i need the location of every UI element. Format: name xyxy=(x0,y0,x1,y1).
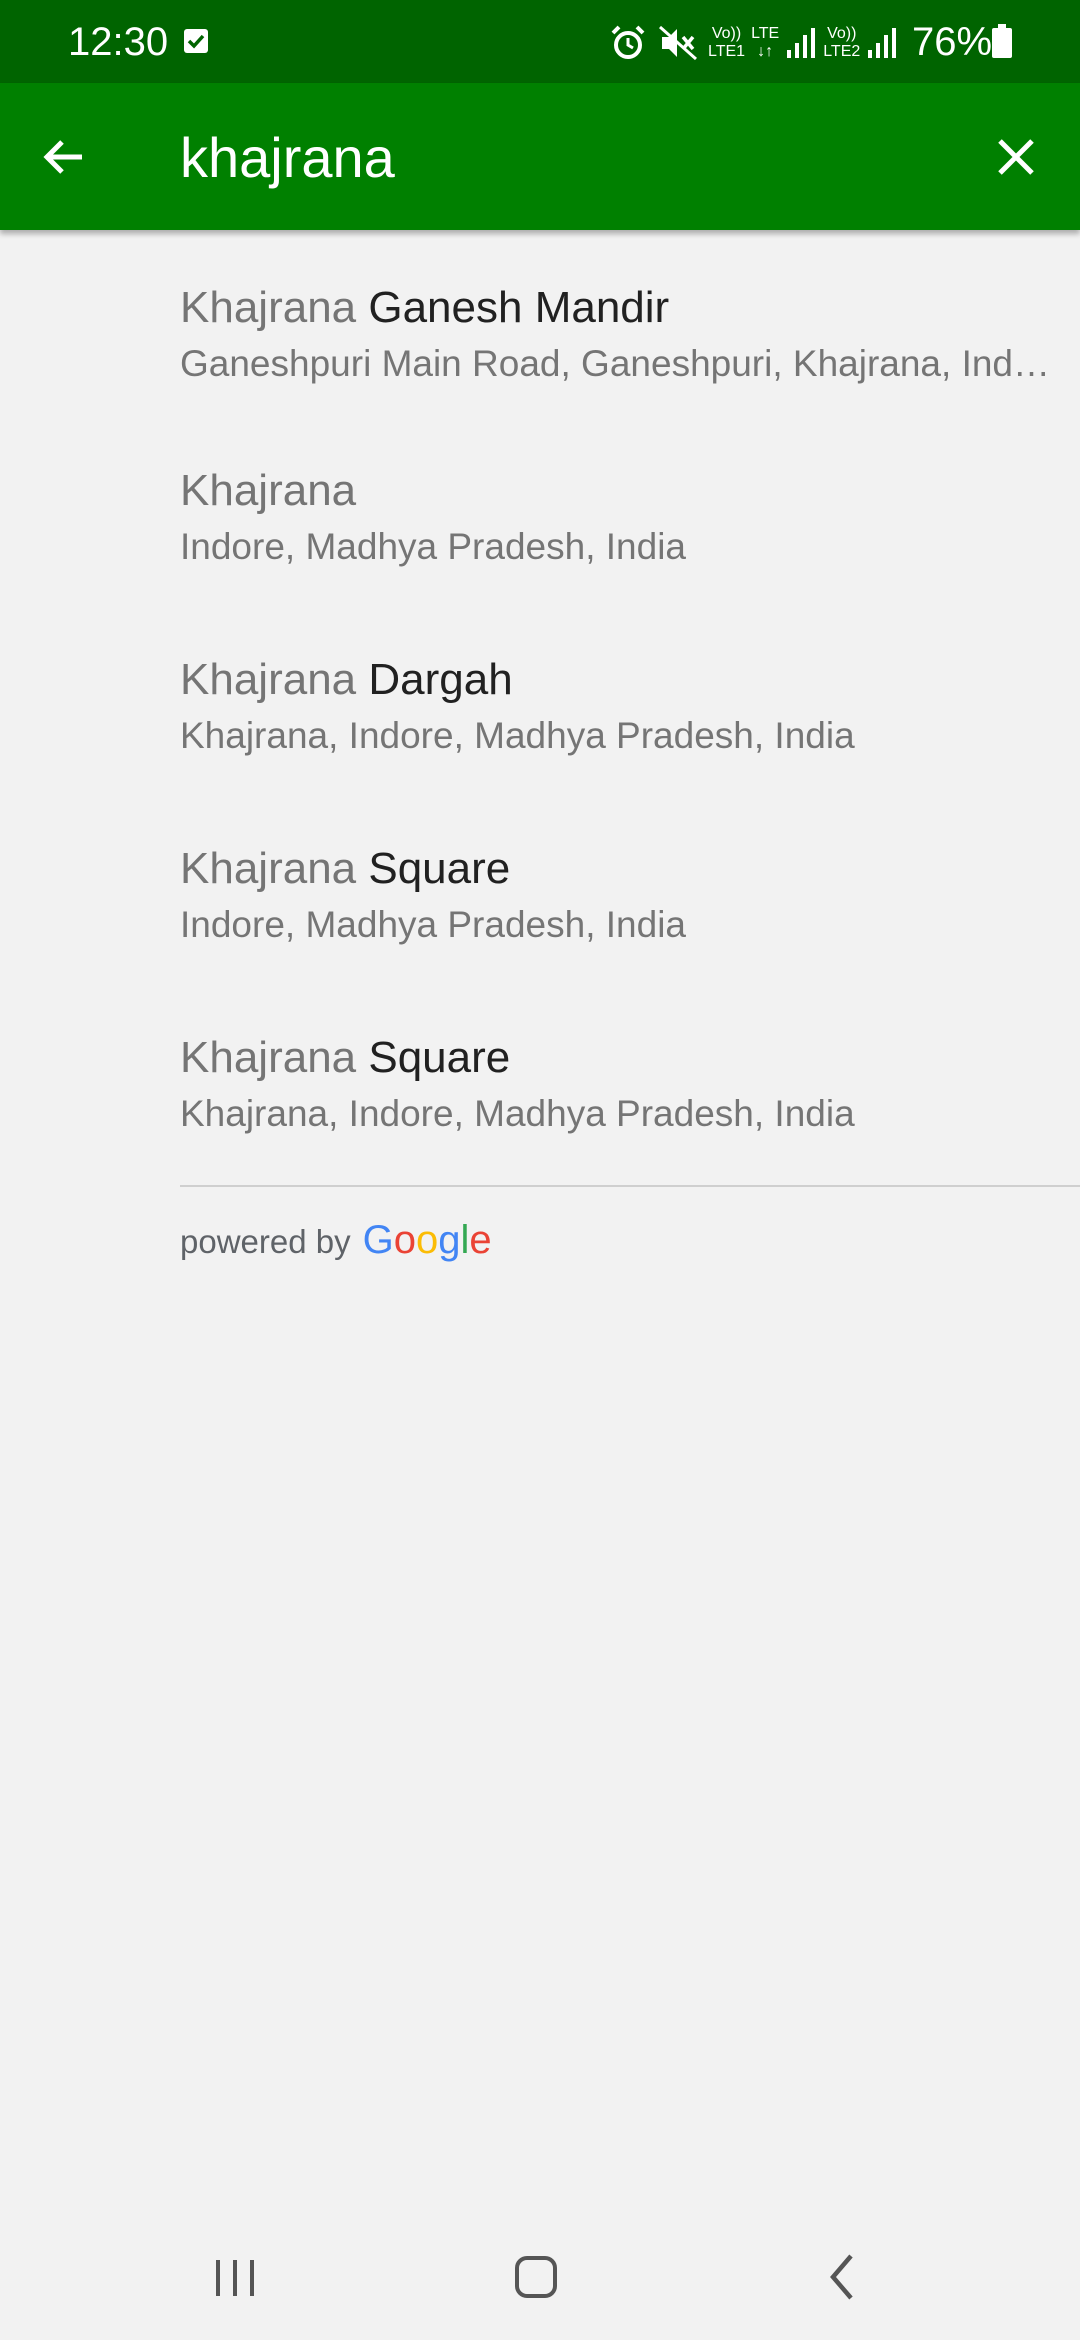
mute-icon xyxy=(659,25,697,61)
powered-by-label: powered by xyxy=(180,1223,351,1260)
list-item[interactable]: Khajrana Indore, Madhya Pradesh, India xyxy=(0,419,1080,608)
result-title-rest: Square xyxy=(356,844,511,893)
lte-data-icon: LTE ↓↑ xyxy=(751,25,780,60)
battery-icon xyxy=(992,24,1012,58)
close-icon xyxy=(998,139,1034,175)
alarm-icon xyxy=(611,25,645,59)
battery-percentage: 76% xyxy=(912,20,993,64)
results-divider xyxy=(180,1185,1080,1187)
back-button[interactable] xyxy=(26,119,102,195)
status-time: 12:30 xyxy=(68,20,169,64)
status-bar: 12:30 Vo)) LTE1 LTE ↓↑ Vo)) LTE2 76% xyxy=(0,0,1080,83)
system-navigation-bar xyxy=(0,2220,1080,2340)
result-subtitle: Ganeshpuri Main Road, Ganeshpuri, Khajra… xyxy=(180,343,1060,384)
recent-apps-icon[interactable] xyxy=(200,2240,270,2310)
result-title: Khajrana Ganesh Mandir xyxy=(180,280,669,336)
back-icon[interactable] xyxy=(805,2240,875,2310)
volte-lte1-icon: Vo)) LTE1 xyxy=(708,25,746,60)
result-title: Khajrana Square xyxy=(180,1030,510,1086)
result-subtitle: Khajrana, Indore, Madhya Pradesh, India xyxy=(180,715,855,756)
google-logo: Google xyxy=(362,1218,492,1262)
home-icon[interactable] xyxy=(500,2240,570,2310)
volte-lte2-icon: Vo)) LTE2 xyxy=(823,25,861,60)
result-subtitle: Indore, Madhya Pradesh, India xyxy=(180,904,686,945)
result-title-rest: Dargah xyxy=(356,655,513,704)
status-icons: Vo)) LTE1 LTE ↓↑ Vo)) LTE2 xyxy=(608,18,898,68)
result-title-rest: Ganesh Mandir xyxy=(356,283,670,332)
arrow-back-icon xyxy=(43,140,82,174)
powered-by-google-attribution: powered by Google xyxy=(180,1218,492,1263)
result-subtitle: Indore, Madhya Pradesh, India xyxy=(180,526,686,567)
list-item[interactable]: Khajrana Square Khajrana, Indore, Madhya… xyxy=(0,986,1080,1175)
result-title-match: Khajrana xyxy=(180,844,357,893)
list-item[interactable]: Khajrana Ganesh Mandir Ganeshpuri Main R… xyxy=(0,230,1080,419)
signal-icon xyxy=(868,28,897,58)
list-item[interactable]: Khajrana Dargah Khajrana, Indore, Madhya… xyxy=(0,608,1080,797)
result-title-match: Khajrana xyxy=(180,655,357,704)
result-title-match: Khajrana xyxy=(180,1033,357,1082)
result-title: Khajrana xyxy=(180,463,356,519)
result-title-match: Khajrana xyxy=(180,283,357,332)
result-title-rest: Square xyxy=(356,1033,511,1082)
result-title-match: Khajrana xyxy=(180,466,357,515)
search-app-bar xyxy=(0,83,1080,230)
result-title: Khajrana Square xyxy=(180,841,510,897)
result-subtitle: Khajrana, Indore, Madhya Pradesh, India xyxy=(180,1093,855,1134)
search-results-list: Khajrana Ganesh Mandir Ganeshpuri Main R… xyxy=(0,230,1080,1175)
clear-search-button[interactable] xyxy=(978,119,1054,195)
result-title: Khajrana Dargah xyxy=(180,652,513,708)
signal-icon xyxy=(787,28,816,58)
list-item[interactable]: Khajrana Square Indore, Madhya Pradesh, … xyxy=(0,797,1080,986)
search-input[interactable] xyxy=(180,113,940,201)
check-notification-icon xyxy=(184,29,208,53)
